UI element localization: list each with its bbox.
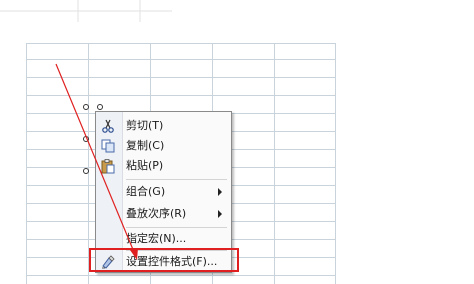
submenu-arrow-icon (218, 188, 222, 196)
menu-item-cut[interactable]: 剪切(T) (96, 116, 231, 136)
menu-separator (126, 179, 227, 180)
menu-item-order[interactable]: 叠放次序(R) (96, 204, 231, 224)
selection-handle[interactable] (83, 168, 89, 174)
menu-item-label: 粘贴(P) (126, 159, 164, 172)
menu-item-label: 叠放次序(R) (126, 207, 187, 220)
menu-item-label: 剪切(T) (126, 119, 164, 132)
menu-item-paste[interactable]: 粘贴(P) (96, 156, 231, 176)
submenu-arrow-icon (218, 210, 222, 218)
menu-item-group[interactable]: 组合(G) (96, 182, 231, 202)
top-grid-fragment (0, 0, 172, 22)
menu-item-label: 复制(C) (126, 139, 165, 152)
paste-icon (100, 158, 116, 174)
selection-handle[interactable] (97, 104, 103, 110)
menu-item-copy[interactable]: 复制(C) (96, 136, 231, 156)
spreadsheet-area (0, 0, 474, 284)
scissors-icon (100, 118, 116, 134)
menu-item-assign-macro[interactable]: 指定宏(N)... (96, 229, 231, 249)
menu-item-label: 指定宏(N)... (126, 232, 187, 245)
copy-icon (100, 138, 116, 154)
menu-item-label: 组合(G) (126, 185, 166, 198)
selection-handle[interactable] (83, 136, 89, 142)
highlight-box (89, 248, 239, 272)
menu-separator (126, 227, 227, 228)
selection-handle[interactable] (83, 104, 89, 110)
